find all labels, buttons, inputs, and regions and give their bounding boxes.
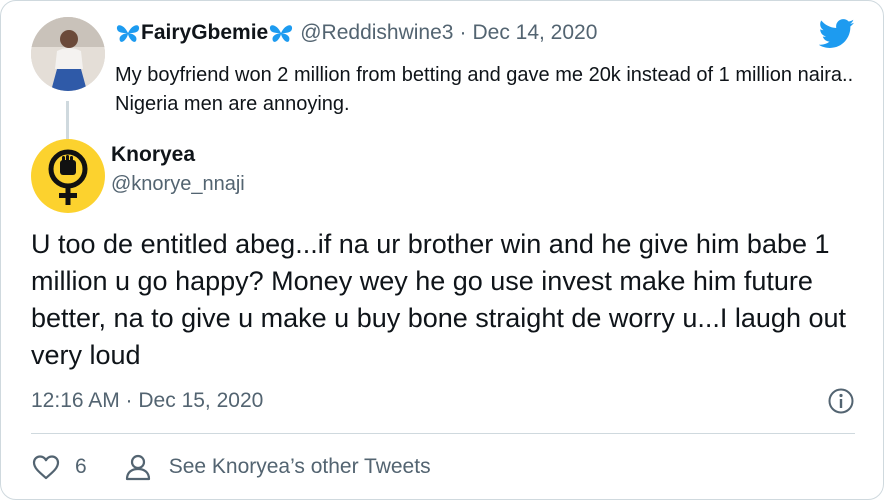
- tweet-actions: 6 See Knoryea’s other Tweets: [31, 453, 431, 481]
- parent-tweet-header: FairyGbemie @Reddishwine3 · Dec 14, 2020: [115, 21, 597, 45]
- embedded-tweet-card: FairyGbemie @Reddishwine3 · Dec 14, 2020…: [0, 0, 884, 500]
- reply-display-name[interactable]: Knoryea: [111, 143, 195, 167]
- feminist-fist-icon: [48, 149, 88, 205]
- avatar[interactable]: [31, 17, 105, 91]
- parent-name-text: FairyGbemie: [141, 21, 269, 44]
- avatar-photo: [31, 17, 105, 91]
- parent-display-name[interactable]: FairyGbemie: [115, 21, 294, 45]
- reply-handle[interactable]: @knorye_nnaji: [111, 173, 245, 196]
- reply-tweet-text: U too de entitled abeg...if na ur brothe…: [31, 229, 846, 370]
- divider: [31, 433, 855, 434]
- tweet-timestamp[interactable]: 12:16 AM · Dec 15, 2020: [31, 389, 263, 413]
- like-count[interactable]: 6: [75, 455, 87, 479]
- parent-tweet[interactable]: FairyGbemie @Reddishwine3 · Dec 14, 2020…: [31, 17, 861, 139]
- reply-avatar-link[interactable]: [31, 139, 111, 219]
- parent-handle[interactable]: @Reddishwine3: [300, 21, 453, 45]
- thread-connector: [66, 101, 69, 139]
- see-other-tweets-link[interactable]: See Knoryea’s other Tweets: [169, 455, 431, 479]
- butterfly-icon: [116, 25, 140, 42]
- avatar: [31, 139, 105, 213]
- parent-date[interactable]: Dec 14, 2020: [472, 21, 597, 45]
- person-icon[interactable]: [125, 453, 151, 481]
- parent-tweet-text: My boyfriend won 2 million from betting …: [115, 64, 854, 115]
- twitter-bird-icon[interactable]: [819, 19, 855, 49]
- info-icon[interactable]: [827, 387, 855, 415]
- butterfly-icon: [270, 25, 293, 42]
- heart-icon[interactable]: [31, 453, 61, 481]
- separator-dot: ·: [459, 21, 467, 44]
